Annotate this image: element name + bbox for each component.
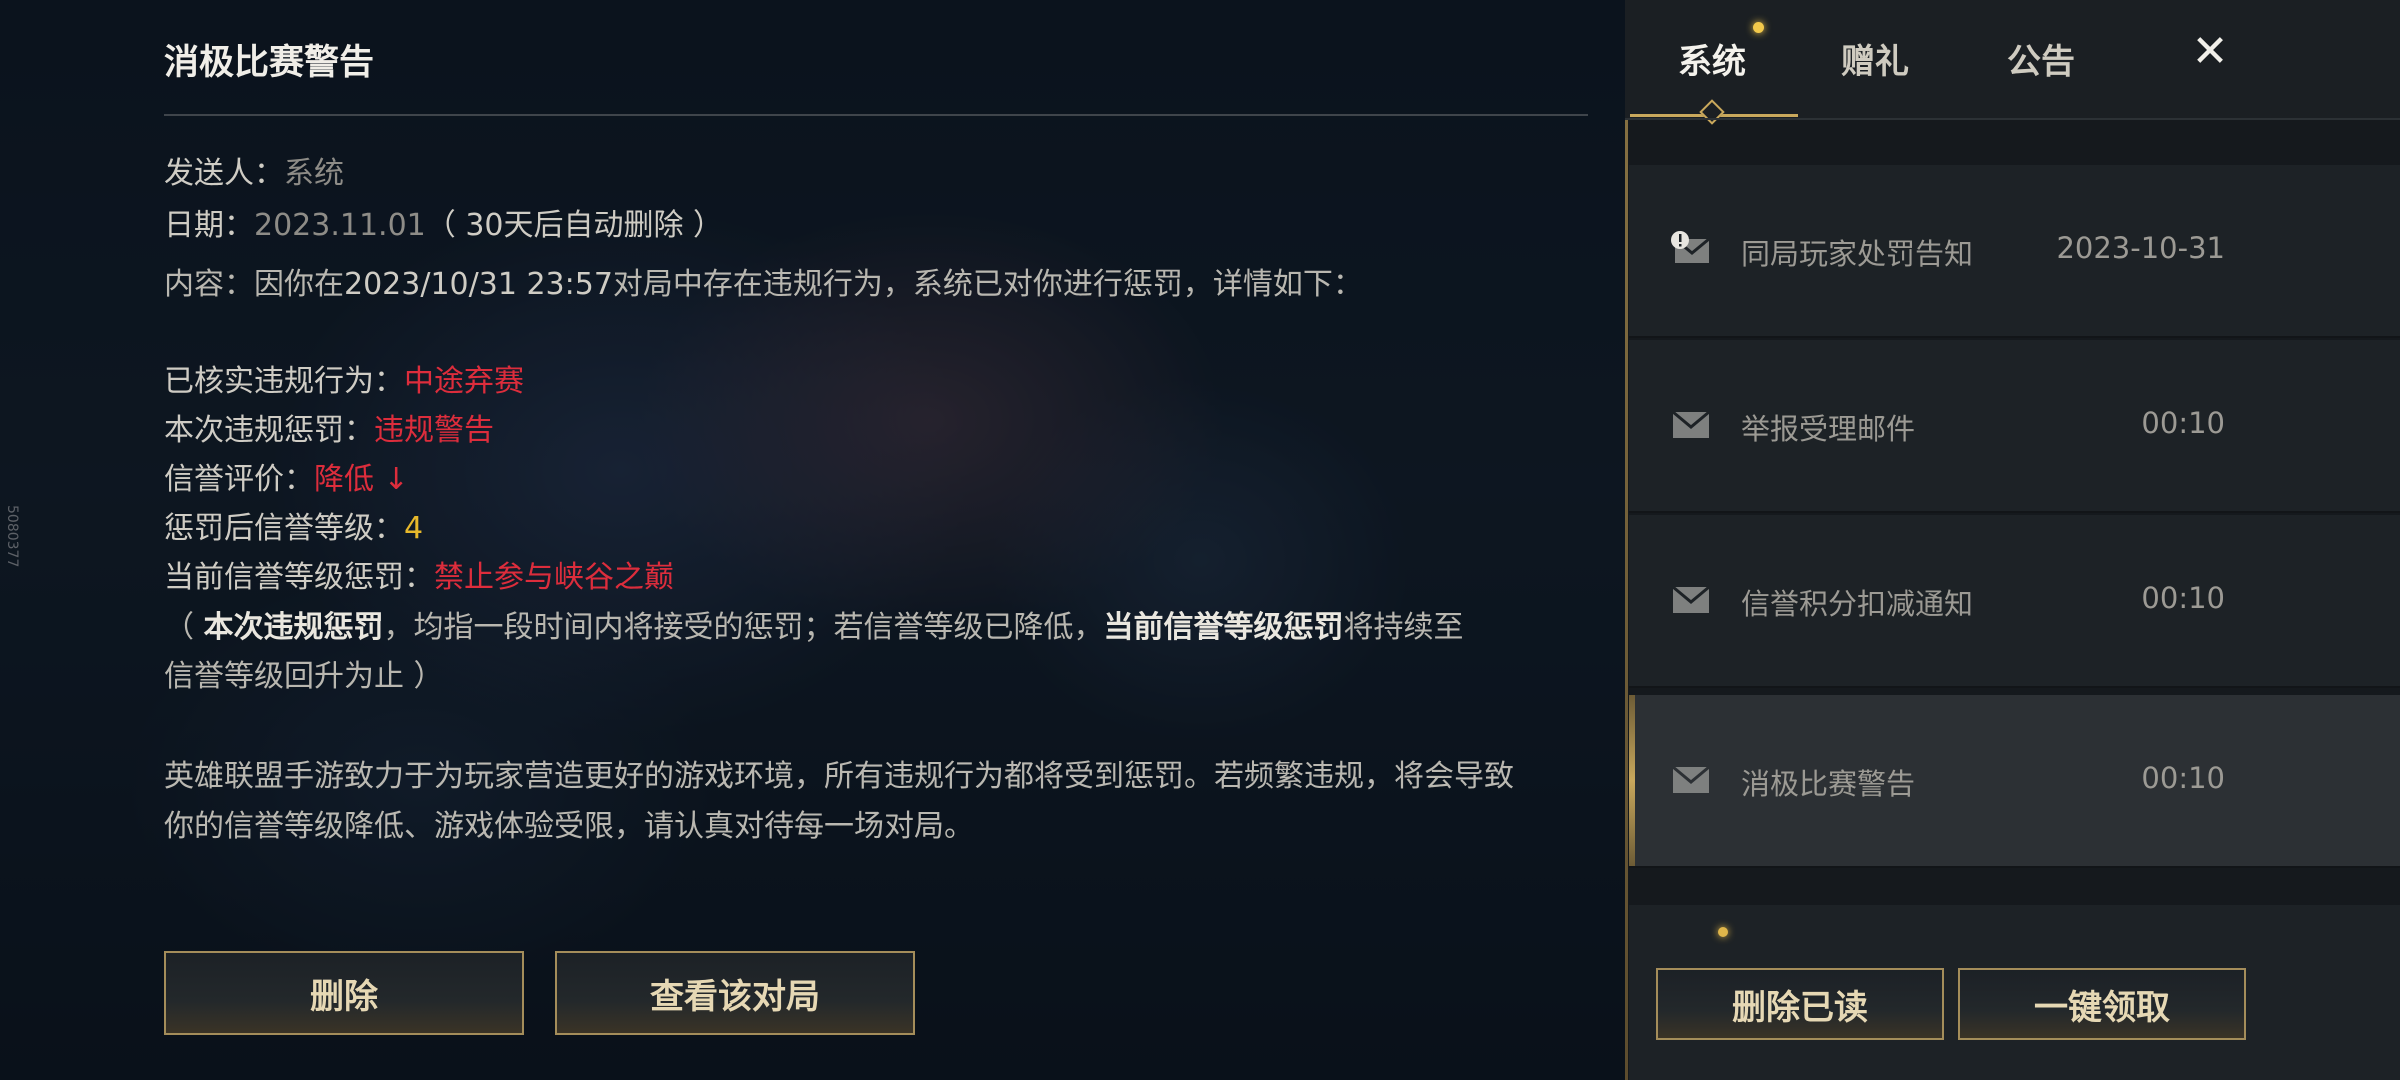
tab-gift[interactable]: 赠礼 xyxy=(1841,34,1909,83)
down-arrow-icon: ↓ xyxy=(383,462,409,497)
mail-item-title: 举报受理邮件 xyxy=(1741,412,1916,446)
tab-notice[interactable]: 公告 xyxy=(2007,34,2075,83)
note-mid: ，均指一段时间内将接受的惩罚；若信誉等级已降低， xyxy=(383,610,1104,645)
close-icon[interactable]: ✕ xyxy=(2187,26,2233,77)
tab-system[interactable]: 系统 xyxy=(1678,34,1746,83)
content-time: 2023/10/31 23:57 xyxy=(344,267,613,302)
date-label: 日期： xyxy=(164,208,254,243)
credit-value: 降低 xyxy=(314,462,374,497)
violation-value: 中途弃赛 xyxy=(404,364,524,399)
violation-label: 已核实违规行为： xyxy=(164,364,404,399)
tab-bar: 系统 赠礼 公告 ✕ xyxy=(1625,0,2400,125)
content-line: 内容：因你在2023/10/31 23:57对局中存在违规行为，系统已对你进行惩… xyxy=(164,265,1363,305)
mail-detail: 消极比赛警告 发送人：系统 日期：2023.11.01（ 30天后自动删除 ） … xyxy=(164,0,1589,1080)
sender-line: 发送人：系统 xyxy=(164,154,344,194)
selected-indicator xyxy=(1629,695,1635,866)
content-label: 内容： xyxy=(164,267,254,302)
mail-list-panel: 系统 赠礼 公告 ✕ 同局玩家处罚告知 2023-10-31 举报受理邮件 00… xyxy=(1625,0,2400,1080)
mail-icon xyxy=(1672,410,1710,438)
alert-mail-icon xyxy=(1671,231,1710,263)
mail-item-time: 2023-10-31 xyxy=(2056,231,2225,265)
delete-read-button[interactable]: 删除已读 xyxy=(1656,968,1944,1040)
sender-value: 系统 xyxy=(284,156,344,191)
content-pre: 因你在 xyxy=(254,267,344,302)
delete-button[interactable]: 删除 xyxy=(164,951,524,1035)
penalty-label: 本次违规惩罚： xyxy=(164,413,374,448)
date-value: 2023.11.01 xyxy=(254,208,426,243)
credit-label: 信誉评价： xyxy=(164,462,314,497)
mail-item-title: 信誉积分扣减通知 xyxy=(1741,587,1974,621)
note-open: （ xyxy=(164,610,204,645)
violation-line: 已核实违规行为：中途弃赛 xyxy=(164,362,524,402)
mail-item-time: 00:10 xyxy=(2141,761,2225,795)
note-bold-2: 当前信誉等级惩罚 xyxy=(1103,610,1344,645)
level-label: 惩罚后信誉等级： xyxy=(164,511,404,546)
note-bold-1: 本次违规惩罚 xyxy=(203,610,384,645)
level-penalty-label: 当前信誉等级惩罚： xyxy=(164,560,434,595)
level-penalty-line: 当前信誉等级惩罚：禁止参与峡谷之巅 xyxy=(164,558,674,598)
credit-line: 信誉评价：降低 ↓ xyxy=(164,460,409,500)
mail-item-selected[interactable]: 消极比赛警告 00:10 xyxy=(1629,695,2400,868)
mail-icon xyxy=(1672,765,1710,793)
mail-icon xyxy=(1672,585,1710,613)
mail-item-title: 同局玩家处罚告知 xyxy=(1741,237,1974,271)
note-line-2: 信誉等级回升为止 ） xyxy=(164,657,444,697)
side-id: 5080377 xyxy=(4,505,20,568)
level-value: 4 xyxy=(404,511,424,546)
view-match-button[interactable]: 查看该对局 xyxy=(555,951,915,1035)
divider xyxy=(1625,118,2400,120)
penalty-line: 本次违规惩罚：违规警告 xyxy=(164,411,494,451)
mail-item-time: 00:10 xyxy=(2141,581,2225,615)
note-line-1: （ 本次违规惩罚，均指一段时间内将接受的惩罚；若信誉等级已降低，当前信誉等级惩罚… xyxy=(164,608,1464,648)
panel-border xyxy=(1625,0,1628,1080)
level-penalty-value: 禁止参与峡谷之巅 xyxy=(434,560,674,595)
date-line: 日期：2023.11.01（ 30天后自动删除 ） xyxy=(164,206,723,246)
mail-item[interactable]: 信誉积分扣减通知 00:10 xyxy=(1629,515,2400,688)
note-end: 将持续至 xyxy=(1343,610,1464,645)
active-tab-caret xyxy=(1699,99,1725,125)
claim-all-button[interactable]: 一键领取 xyxy=(1958,968,2246,1040)
mail-detail-title: 消极比赛警告 xyxy=(164,43,375,83)
notification-dot xyxy=(1753,22,1764,33)
mail-item[interactable]: 举报受理邮件 00:10 xyxy=(1629,340,2400,513)
mail-item-title: 消极比赛警告 xyxy=(1741,767,1916,801)
notification-dot xyxy=(1718,927,1728,937)
content-post: 对局中存在违规行为，系统已对你进行惩罚，详情如下： xyxy=(612,267,1363,302)
mail-item[interactable]: 同局玩家处罚告知 2023-10-31 xyxy=(1629,165,2400,338)
divider xyxy=(164,114,1588,116)
mail-item-time: 00:10 xyxy=(2141,406,2225,440)
date-note: （ 30天后自动删除 ） xyxy=(425,208,724,243)
footer-text: 英雄联盟手游致力于为玩家营造更好的游戏环境，所有违规行为都将受到惩罚。若频繁违规… xyxy=(164,759,1514,844)
note-line-2-text: 信誉等级回升为止 ） xyxy=(164,659,444,694)
sender-label: 发送人： xyxy=(164,156,284,191)
level-line: 惩罚后信誉等级：4 xyxy=(164,509,423,549)
penalty-value: 违规警告 xyxy=(374,413,494,448)
